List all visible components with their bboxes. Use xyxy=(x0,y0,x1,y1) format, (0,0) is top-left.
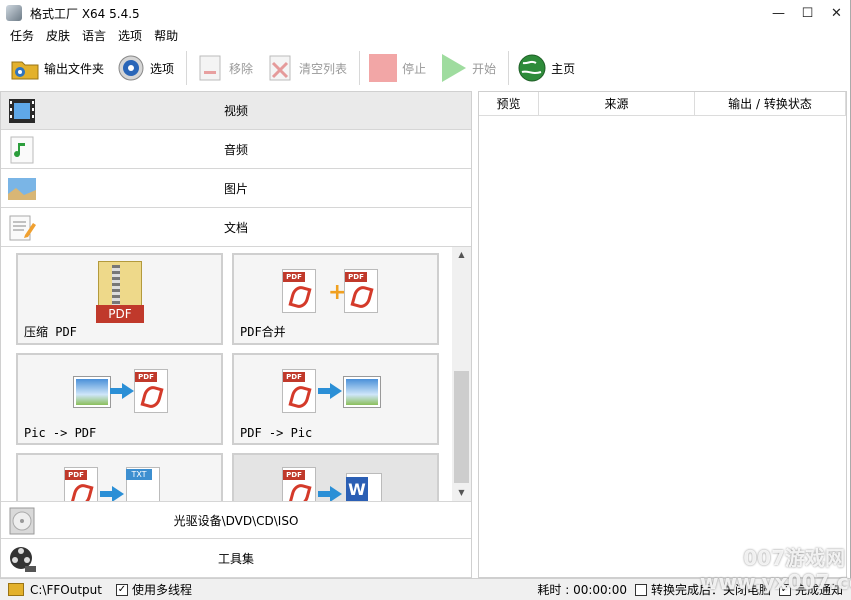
document-pencil-icon xyxy=(7,213,37,243)
options-button[interactable]: 选项 xyxy=(114,50,176,86)
tile-compress-pdf-label: 压缩 PDF xyxy=(24,325,77,339)
category-audio[interactable]: 音频 xyxy=(1,131,471,169)
zip-pdf-icon: PDF xyxy=(96,261,146,323)
pdf-to-word-icon: PDF W xyxy=(282,467,392,501)
menu-skin[interactable]: 皮肤 xyxy=(46,26,70,46)
tile-pic-to-pdf[interactable]: PDF Pic -> PDF xyxy=(16,353,223,445)
scroll-up-icon[interactable]: ▲ xyxy=(452,247,471,263)
category-tools-label: 工具集 xyxy=(217,552,254,566)
toolbar-separator xyxy=(508,51,510,85)
category-video[interactable]: 视频 xyxy=(1,92,471,130)
elapsed-time: 耗时 : 00:00:00 xyxy=(537,583,627,597)
stop-icon xyxy=(368,53,398,83)
output-folder-small-icon[interactable] xyxy=(8,583,24,596)
app-window: 格式工厂 X64 5.4.5 — ☐ ✕ 任务 皮肤 语言 选项 帮助 输出文件… xyxy=(0,0,851,600)
globe-icon xyxy=(517,53,547,83)
remove-label: 移除 xyxy=(229,61,254,76)
start-label: 开始 xyxy=(472,61,497,76)
remove-doc-icon xyxy=(195,53,225,83)
window-controls: — ☐ ✕ xyxy=(764,0,851,26)
tile-pdf-to-pic[interactable]: PDF PDF -> Pic xyxy=(232,353,439,445)
home-button[interactable]: 主页 xyxy=(515,50,577,86)
clear-list-button[interactable]: 清空列表 xyxy=(263,50,349,86)
category-document[interactable]: 文档 xyxy=(1,209,471,247)
tile-pdf-to-txt[interactable]: PDF TXT xyxy=(16,453,223,501)
column-source[interactable]: 来源 xyxy=(539,92,695,116)
tile-pdf-to-word[interactable]: PDF W xyxy=(232,453,439,501)
home-label: 主页 xyxy=(551,61,576,76)
remove-button[interactable]: 移除 xyxy=(193,50,255,86)
menu-help[interactable]: 帮助 xyxy=(154,26,178,46)
output-folder-button[interactable]: 输出文件夹 xyxy=(8,50,106,86)
document-tools-grid: PDF 压缩 PDF PDF + PDF PDF合并 PDF Pic -> PD… xyxy=(1,247,455,501)
menu-language[interactable]: 语言 xyxy=(82,26,106,46)
maximize-icon[interactable]: ☐ xyxy=(793,0,822,26)
category-tools[interactable]: 工具集 xyxy=(1,540,471,578)
output-folder-label: 输出文件夹 xyxy=(44,61,105,76)
category-audio-label: 音频 xyxy=(223,143,248,157)
column-output-status[interactable]: 输出 / 转换状态 xyxy=(695,92,846,116)
multithread-label: 使用多线程 xyxy=(131,583,192,597)
toolbar-separator xyxy=(186,51,188,85)
toolbar: 输出文件夹 选项 移除 清空列表 停止 开始 主页 xyxy=(0,47,851,89)
music-note-icon xyxy=(7,135,37,165)
category-optical[interactable]: 光驱设备\DVD\CD\ISO xyxy=(1,501,471,539)
watermark: 007游戏网 www.yx007.com xyxy=(700,546,851,594)
window-title: 格式工厂 X64 5.4.5 xyxy=(30,6,140,21)
play-icon xyxy=(438,53,468,83)
scroll-thumb[interactable] xyxy=(454,371,469,483)
tile-pdf-merge[interactable]: PDF + PDF PDF合并 xyxy=(232,253,439,345)
tile-pdf-to-pic-label: PDF -> Pic xyxy=(240,426,313,440)
options-label: 选项 xyxy=(150,61,175,76)
pic-to-pdf-icon: PDF xyxy=(74,369,174,417)
clear-list-icon xyxy=(265,53,295,83)
scroll-down-icon[interactable]: ▼ xyxy=(452,485,471,501)
folder-icon xyxy=(10,53,40,83)
tile-pdf-merge-label: PDF合并 xyxy=(240,325,286,339)
category-scrollbar[interactable]: ▲ ▼ xyxy=(452,247,471,501)
stop-button[interactable]: 停止 xyxy=(366,50,428,86)
column-preview[interactable]: 预览 xyxy=(479,92,539,116)
category-video-label: 视频 xyxy=(223,104,248,118)
pdf-merge-icon: PDF + PDF xyxy=(282,269,392,317)
menu-options[interactable]: 选项 xyxy=(118,26,142,46)
toolbar-separator xyxy=(359,51,361,85)
multithread-checkbox[interactable]: ✓ xyxy=(115,583,128,596)
tile-pic-to-pdf-label: Pic -> PDF xyxy=(24,426,97,440)
film-strip-icon xyxy=(7,96,37,126)
category-optical-label: 光驱设备\DVD\CD\ISO xyxy=(173,513,299,528)
category-image[interactable]: 图片 xyxy=(1,170,471,208)
menu-bar: 任务 皮肤 语言 选项 帮助 xyxy=(0,26,190,46)
minimize-icon[interactable]: — xyxy=(764,0,793,26)
pdf-badge: PDF xyxy=(96,305,144,323)
output-path[interactable]: C:\FFOutput xyxy=(30,583,102,597)
category-document-label: 文档 xyxy=(223,221,248,235)
close-icon[interactable]: ✕ xyxy=(822,0,851,26)
pdf-to-txt-icon: PDF TXT xyxy=(64,467,174,501)
title-bar: 格式工厂 X64 5.4.5 — ☐ ✕ xyxy=(0,0,851,26)
stop-label: 停止 xyxy=(402,61,427,76)
start-button[interactable]: 开始 xyxy=(436,50,498,86)
task-list: 预览 来源 输出 / 转换状态 xyxy=(478,91,847,578)
category-panel: 视频 音频 图片 文档 PDF 压缩 PDF PDF + PDF PDF合并 P… xyxy=(0,91,472,578)
menu-task[interactable]: 任务 xyxy=(10,26,34,46)
film-reel-icon xyxy=(7,544,37,574)
gear-icon xyxy=(116,53,146,83)
app-icon xyxy=(6,5,22,21)
clear-list-label: 清空列表 xyxy=(299,61,348,76)
after-convert-checkbox[interactable] xyxy=(634,583,647,596)
category-image-label: 图片 xyxy=(223,182,248,196)
tile-compress-pdf[interactable]: PDF 压缩 PDF xyxy=(16,253,223,345)
picture-icon xyxy=(7,174,37,204)
pdf-to-pic-icon: PDF xyxy=(282,369,382,417)
disc-drive-icon xyxy=(7,506,37,536)
